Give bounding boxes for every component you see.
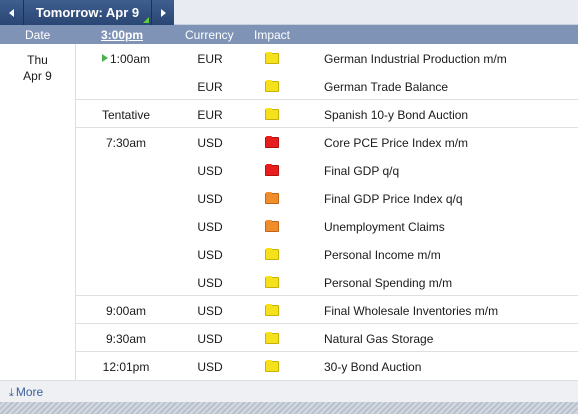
event-title[interactable]: Final GDP q/q xyxy=(324,164,399,178)
event-row[interactable]: 12:01pm USD 30-y Bond Auction xyxy=(0,352,578,380)
event-title[interactable]: Personal Spending m/m xyxy=(324,276,452,290)
impact-folder-icon[interactable] xyxy=(265,276,279,288)
impact-folder-icon[interactable] xyxy=(265,52,279,64)
impact-folder-icon[interactable] xyxy=(265,304,279,316)
event-row[interactable]: 1:00am EUR German Industrial Production m/… xyxy=(0,44,578,72)
event-title[interactable]: Unemployment Claims xyxy=(324,220,445,234)
calendar-navbar: Tomorrow: Apr 9 xyxy=(0,0,578,25)
impact-folder-icon[interactable] xyxy=(265,80,279,92)
event-title[interactable]: German Trade Balance xyxy=(324,80,448,94)
impact-low-icon xyxy=(265,52,279,64)
day-selector-label: Tomorrow: Apr 9 xyxy=(35,5,140,20)
header-impact: Impact xyxy=(254,28,291,42)
impact-low-icon xyxy=(265,276,279,288)
impact-folder-icon[interactable] xyxy=(265,108,279,120)
event-currency: USD xyxy=(197,248,223,262)
event-time: 7:30am xyxy=(76,136,176,150)
event-title[interactable]: Spanish 10-y Bond Auction xyxy=(324,108,468,122)
impact-folder-icon[interactable] xyxy=(265,220,279,232)
impact-folder-icon[interactable] xyxy=(265,192,279,204)
event-time: 12:01pm xyxy=(76,360,176,374)
corner-marker-icon xyxy=(143,17,149,23)
impact-folder-icon[interactable] xyxy=(265,248,279,260)
event-currency: EUR xyxy=(197,80,223,94)
event-title[interactable]: 30-y Bond Auction xyxy=(324,360,421,374)
event-title[interactable]: Natural Gas Storage xyxy=(324,332,433,346)
event-currency: USD xyxy=(197,220,223,234)
event-currency: USD xyxy=(197,136,223,150)
event-time: 1:00am xyxy=(76,52,176,66)
event-time-label: Tentative xyxy=(101,108,151,122)
event-time: 9:00am xyxy=(76,304,176,318)
event-title[interactable]: German Industrial Production m/m xyxy=(324,52,507,66)
impact-low-icon xyxy=(265,360,279,372)
event-title[interactable]: Personal Income m/m xyxy=(324,248,441,262)
chevron-left-icon xyxy=(9,8,14,17)
impact-low-icon xyxy=(265,332,279,344)
calendar-footer: ⤓ More xyxy=(0,380,578,402)
event-time: Tentative xyxy=(76,108,176,122)
event-time: 9:30am xyxy=(76,332,176,346)
event-row[interactable]: USD Final GDP q/q xyxy=(0,156,578,184)
impact-folder-icon[interactable] xyxy=(265,360,279,372)
event-row[interactable]: USD Personal Spending m/m xyxy=(0,268,578,296)
impact-folder-icon[interactable] xyxy=(265,164,279,176)
impact-folder-icon[interactable] xyxy=(265,136,279,148)
download-arrow-icon: ⤓ xyxy=(9,387,14,399)
event-currency: USD xyxy=(197,332,223,346)
event-title[interactable]: Final Wholesale Inventories m/m xyxy=(324,304,498,318)
event-time-label: 9:00am xyxy=(105,304,147,318)
event-time-label: 7:30am xyxy=(105,136,147,150)
impact-medium-icon xyxy=(265,220,279,232)
more-link[interactable]: ⤓ More xyxy=(9,385,43,400)
next-day-button[interactable] xyxy=(151,0,174,25)
event-currency: USD xyxy=(197,192,223,206)
previous-day-button[interactable] xyxy=(0,0,24,25)
event-row[interactable]: USD Final GDP Price Index q/q xyxy=(0,184,578,212)
table-header: Date 3:00pm Currency Impact xyxy=(0,25,578,44)
impact-low-icon xyxy=(265,108,279,120)
scrollbar-strip xyxy=(0,402,578,414)
impact-medium-icon xyxy=(265,192,279,204)
event-currency: USD xyxy=(197,360,223,374)
day-selector[interactable]: Tomorrow: Apr 9 xyxy=(24,0,151,25)
current-event-icon xyxy=(101,54,108,62)
header-date: Date xyxy=(25,28,51,42)
event-row[interactable]: 9:30am USD Natural Gas Storage xyxy=(0,324,578,352)
event-time-label: 9:30am xyxy=(105,332,147,346)
impact-low-icon xyxy=(265,80,279,92)
event-title[interactable]: Final GDP Price Index q/q xyxy=(324,192,463,206)
event-title[interactable]: Core PCE Price Index m/m xyxy=(324,136,468,150)
impact-high-icon xyxy=(265,164,279,176)
event-row[interactable]: 9:00am USD Final Wholesale Inventories m/m xyxy=(0,296,578,324)
event-currency: USD xyxy=(197,304,223,318)
current-time-link[interactable]: 3:00pm xyxy=(101,28,143,42)
impact-high-icon xyxy=(265,136,279,148)
event-row[interactable]: EUR German Trade Balance xyxy=(0,72,578,100)
event-time-label: 12:01pm xyxy=(102,360,150,374)
event-currency: EUR xyxy=(197,108,223,122)
chevron-right-icon xyxy=(160,8,166,17)
event-currency: EUR xyxy=(197,52,223,66)
event-row[interactable]: Tentative EUR Spanish 10-y Bond Auction xyxy=(0,100,578,128)
event-row[interactable]: USD Unemployment Claims xyxy=(0,212,578,240)
more-label: More xyxy=(15,385,44,399)
event-time-label: 1:00am xyxy=(109,52,151,66)
event-currency: USD xyxy=(197,276,223,290)
impact-low-icon xyxy=(265,304,279,316)
event-row[interactable]: USD Personal Income m/m xyxy=(0,240,578,268)
impact-folder-icon[interactable] xyxy=(265,332,279,344)
event-currency: USD xyxy=(197,164,223,178)
header-currency: Currency xyxy=(185,28,234,42)
event-row[interactable]: 7:30am USD Core PCE Price Index m/m xyxy=(0,128,578,156)
impact-low-icon xyxy=(265,248,279,260)
